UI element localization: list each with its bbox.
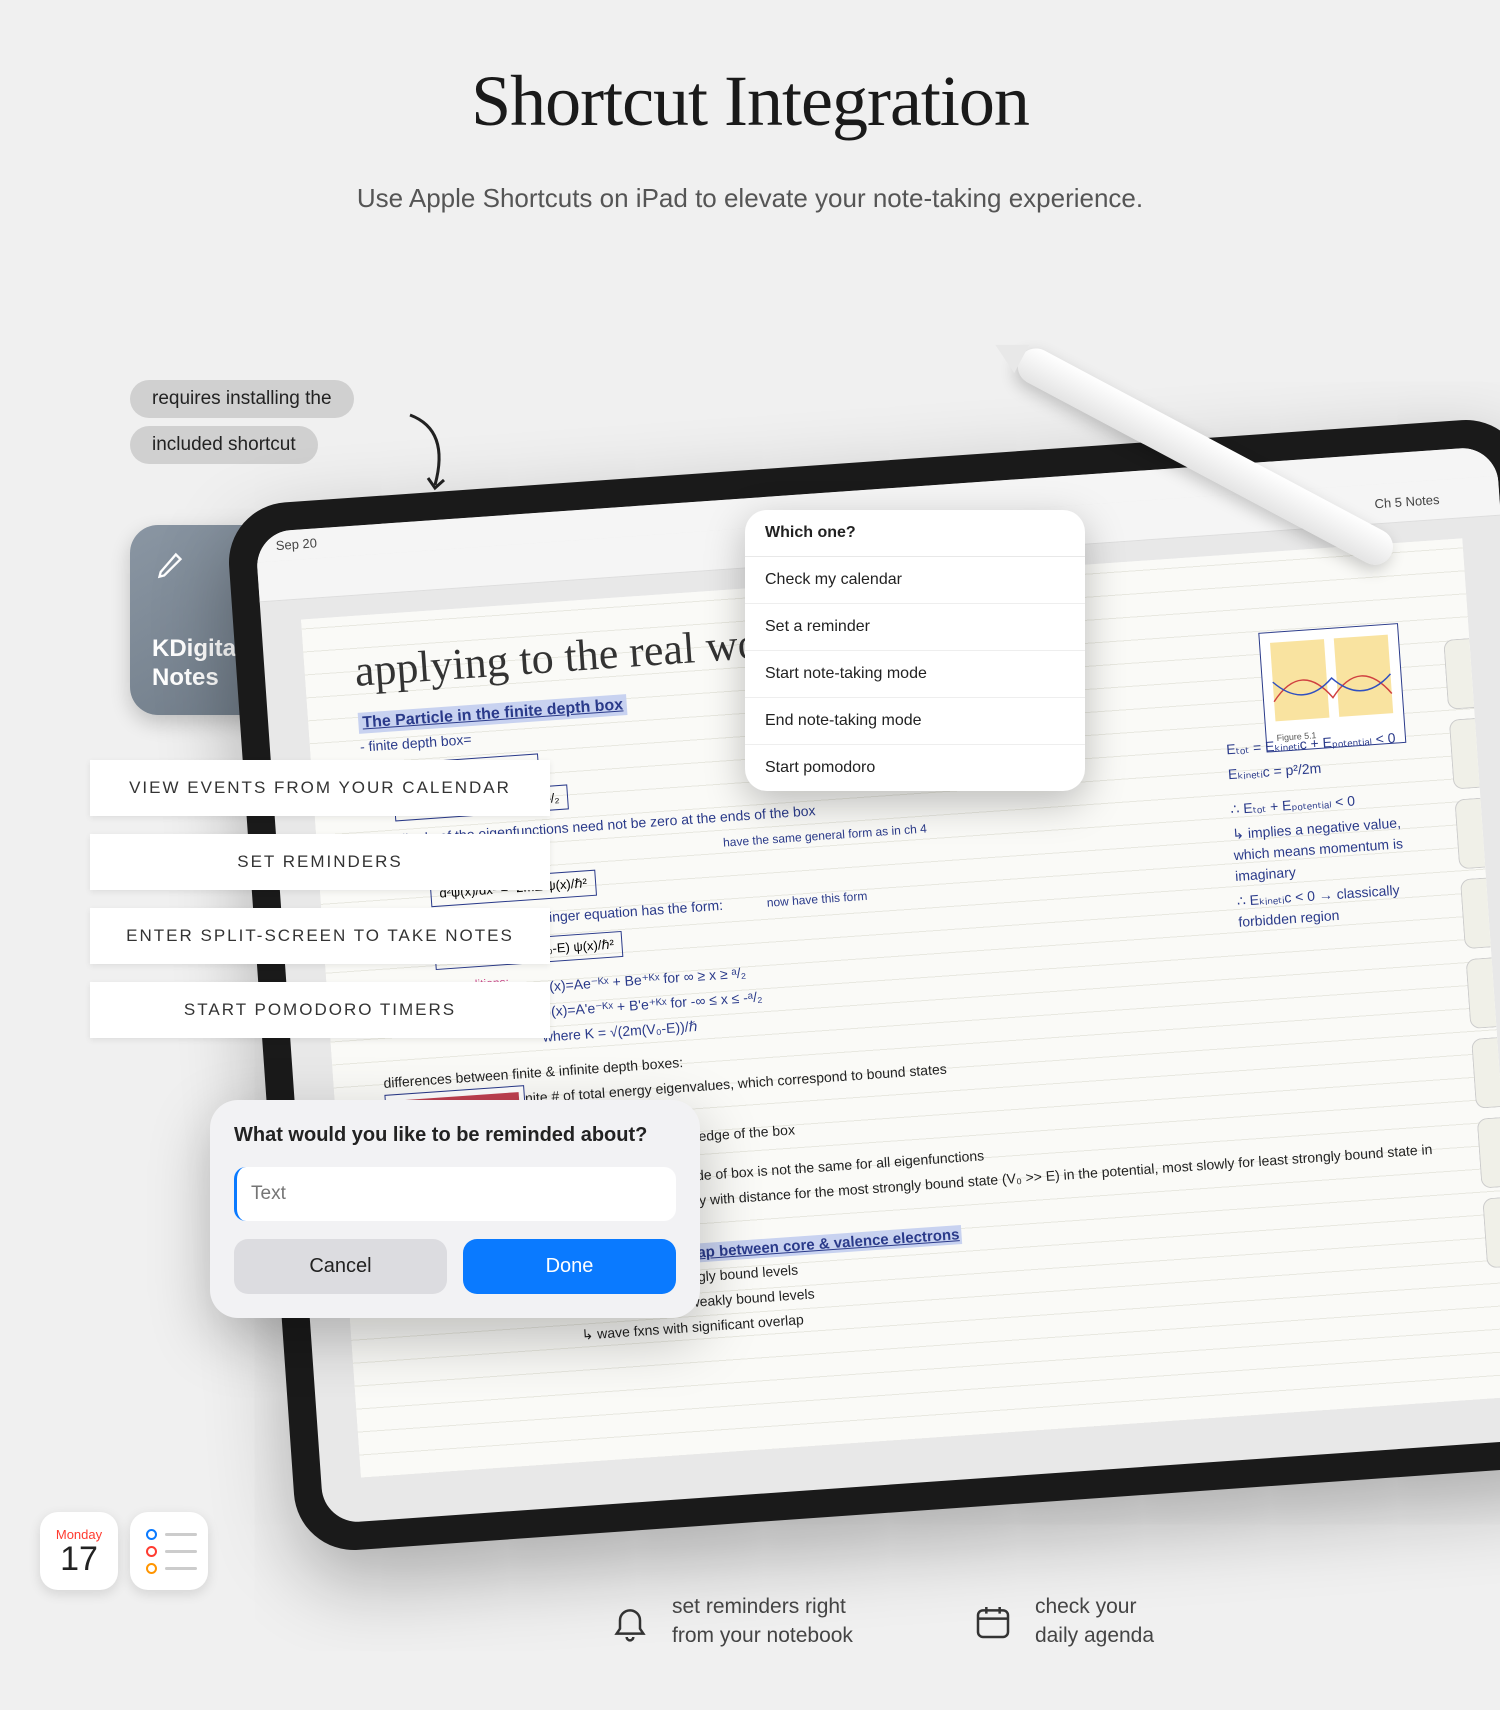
side-tab[interactable] xyxy=(1454,798,1485,870)
menu-item-calendar[interactable]: Check my calendar xyxy=(745,557,1085,604)
arrow-icon xyxy=(400,410,460,500)
calendar-app-icon[interactable]: Monday 17 xyxy=(40,1512,118,1590)
side-tab[interactable] xyxy=(1482,1197,1500,1269)
badge-line1: requires installing the xyxy=(130,380,354,418)
feature-item: SET REMINDERS xyxy=(90,834,550,890)
menu-item-end-notes[interactable]: End note-taking mode xyxy=(745,698,1085,745)
bottom-feature-reminders: set reminders right from your notebook xyxy=(610,1593,853,1650)
menu-item-pomodoro[interactable]: Start pomodoro xyxy=(745,745,1085,791)
reminder-input[interactable] xyxy=(234,1167,676,1221)
cancel-button[interactable]: Cancel xyxy=(234,1239,447,1294)
done-button[interactable]: Done xyxy=(463,1239,676,1294)
notebook-margin-notes: Eₜₒₜ = Eₖᵢₙₑₜᵢc + Eₚₒₜₑₙₜᵢₐₗ < 0 Eₖᵢₙₑₜᵢ… xyxy=(1225,723,1419,937)
bell-icon xyxy=(610,1602,650,1642)
menu-item-reminder[interactable]: Set a reminder xyxy=(745,604,1085,651)
reminders-app-icon[interactable] xyxy=(130,1512,208,1590)
feature-text-l2: from your notebook xyxy=(672,1622,853,1650)
tab-label[interactable]: Ch 5 Notes xyxy=(1374,492,1440,512)
calendar-icon xyxy=(973,1602,1013,1642)
page-title: Shortcut Integration xyxy=(0,60,1500,143)
requirement-badges: requires installing the included shortcu… xyxy=(130,380,354,472)
badge-line2: included shortcut xyxy=(130,426,318,464)
menu-item-start-notes[interactable]: Start note-taking mode xyxy=(745,651,1085,698)
side-tab[interactable] xyxy=(1443,638,1474,710)
feature-item: START POMODORO TIMERS xyxy=(90,982,550,1038)
side-tab[interactable] xyxy=(1466,957,1497,1029)
side-tab[interactable] xyxy=(1477,1117,1500,1189)
feature-item: ENTER SPLIT-SCREEN TO TAKE NOTES xyxy=(90,908,550,964)
pencil-icon xyxy=(152,547,188,583)
feature-text-l1: set reminders right xyxy=(672,1593,853,1621)
side-tab[interactable] xyxy=(1449,718,1480,790)
page-subtitle: Use Apple Shortcuts on iPad to elevate y… xyxy=(0,183,1500,214)
action-menu: Which one? Check my calendar Set a remin… xyxy=(745,510,1085,791)
bottom-feature-agenda: check your daily agenda xyxy=(973,1593,1154,1650)
status-time: Sep 20 xyxy=(275,535,317,553)
feature-item: VIEW EVENTS FROM YOUR CALENDAR xyxy=(90,760,550,816)
app-icon-row: Monday 17 xyxy=(40,1512,208,1590)
feature-list: VIEW EVENTS FROM YOUR CALENDAR SET REMIN… xyxy=(90,760,550,1056)
feature-text-l2: daily agenda xyxy=(1035,1622,1154,1650)
reminder-dialog: What would you like to be reminded about… xyxy=(210,1100,700,1318)
side-tab[interactable] xyxy=(1471,1037,1500,1109)
menu-header: Which one? xyxy=(745,510,1085,557)
side-tab[interactable] xyxy=(1460,878,1491,950)
calendar-day-number: 17 xyxy=(60,1542,98,1576)
feature-text-l1: check your xyxy=(1035,1593,1154,1621)
bottom-feature-row: set reminders right from your notebook c… xyxy=(610,1593,1154,1650)
dialog-title: What would you like to be reminded about… xyxy=(234,1124,676,1147)
